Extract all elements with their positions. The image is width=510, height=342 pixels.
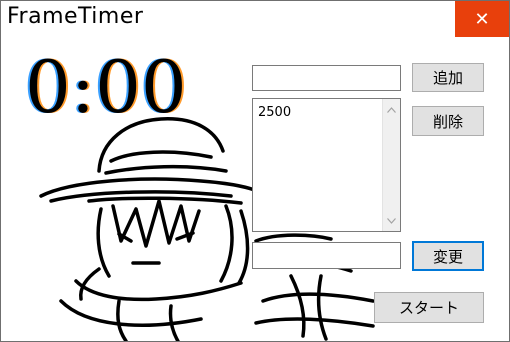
frames-listbox[interactable]: 2500 — [252, 98, 401, 232]
close-button[interactable]: ✕ — [455, 1, 509, 37]
add-button[interactable]: 追加 — [412, 63, 484, 92]
add-frame-input[interactable] — [252, 65, 401, 91]
change-button[interactable]: 変更 — [412, 241, 484, 271]
listbox-scrollbar[interactable] — [382, 99, 400, 231]
timer-display: 0:00 — [25, 45, 187, 129]
remove-button[interactable]: 削除 — [412, 106, 484, 136]
start-button[interactable]: スタート — [374, 292, 484, 323]
frame-timer-window: FrameTimer ✕ 0:00 追加 削除 2500 変更 スタート — [0, 0, 510, 342]
close-icon: ✕ — [474, 8, 490, 30]
chevron-down-icon[interactable] — [383, 212, 400, 229]
change-frame-input[interactable] — [252, 242, 401, 269]
list-item[interactable]: 2500 — [258, 105, 291, 120]
chevron-up-icon[interactable] — [383, 101, 400, 118]
window-title: FrameTimer — [7, 4, 144, 29]
